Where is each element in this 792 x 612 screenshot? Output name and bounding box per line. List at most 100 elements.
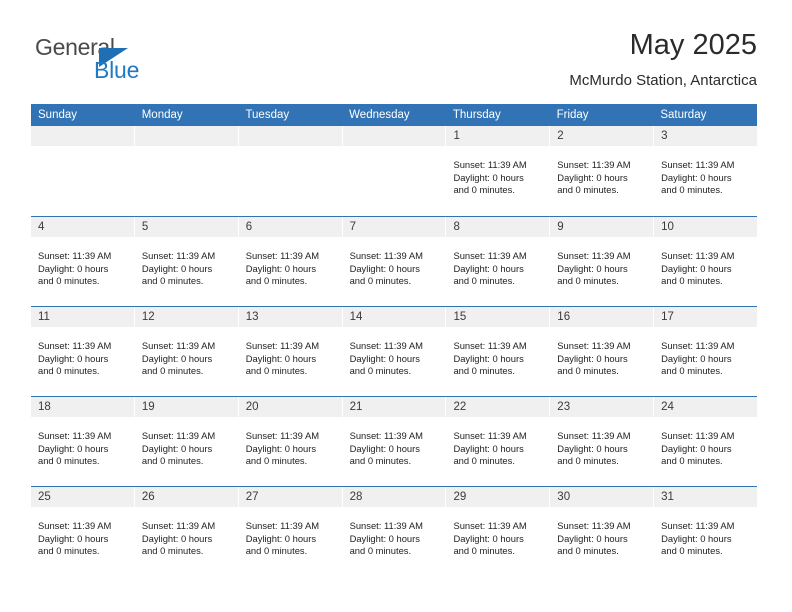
day-number-band: 12 [134,307,238,327]
day-cell[interactable]: 9 Sunset: 11:39 AM Daylight: 0 hours and 0 … [550,217,655,306]
day-cell[interactable]: 14 Sunset: 11:39 AM Daylight: 0 hours and 0… [342,307,447,396]
day-number: 13 [245,311,259,323]
day-info-sunset: Sunset: 11:39 AM [141,250,216,261]
day-cell[interactable]: 3 Sunset: 11:39 AM Daylight: 0 hours and 0 … [654,126,758,216]
day-cell-empty [238,126,343,216]
day-cell[interactable]: 26 Sunset: 11:39 AM Daylight: 0 hours and 0… [134,487,239,576]
day-number: 24 [661,401,674,413]
day-number: 3 [661,130,668,142]
day-info: Sunset: 11:39 AM Daylight: 0 hours and 0 m… [135,237,238,288]
day-info-sunset: Sunset: 11:39 AM [349,250,423,261]
day-info: Sunset: 11:39 AM Daylight: 0 hours and 0 m… [446,417,549,468]
day-number: 15 [453,311,467,323]
day-cell[interactable]: 15 Sunset: 11:39 AM Daylight: 0 hours and 0… [446,307,551,396]
day-info-sunset: Sunset: 11:39 AM [245,250,320,261]
weekday-header-monday: Monday [141,109,183,121]
day-number-band: 1 [446,126,550,146]
day-info: Sunset: 11:39 AM Daylight: 0 hours and 0 m… [654,146,757,197]
logo-text-blue: Blue [94,57,140,83]
day-number: 17 [661,311,674,323]
day-cell[interactable]: 18 Sunset: 11:39 AM Daylight: 0 hours and 0… [31,397,135,486]
day-cell[interactable]: 16 Sunset: 11:39 AM Daylight: 0 hours and 0… [550,307,655,396]
title-block: May 2025 McMurdo Station, Antarctica [569,28,757,91]
day-number-band: 5 [134,217,238,237]
day-info-daylight-line2: and 0 minutes. [141,275,204,287]
day-info: Sunset: 11:39 AM Daylight: 0 hours and 0 m… [135,417,238,468]
day-number-band: 8 [446,217,550,237]
day-number-band: 18 [31,397,134,417]
day-info-daylight-line2: and 0 minutes. [557,545,619,557]
day-info-daylight-line2: and 0 minutes. [349,545,412,557]
day-number: 14 [349,311,363,323]
day-number-band: 22 [446,397,550,417]
day-info-sunset: Sunset: 11:39 AM [245,340,320,351]
day-info-daylight-line1: Daylight: 0 hours [557,532,628,544]
page-title: May 2025 [629,29,757,61]
day-info-daylight-line1: Daylight: 0 hours [245,442,317,454]
day-cell[interactable]: 1 Sunset: 11:39 AM Daylight: 0 hours and 0 … [446,126,551,216]
day-cell[interactable]: 6 Sunset: 11:39 AM Daylight: 0 hours and 0 … [238,217,343,306]
day-number-band: 15 [446,307,550,327]
day-cell[interactable]: 21 Sunset: 11:39 AM Daylight: 0 hours and 0… [342,397,447,486]
day-info-daylight-line2: and 0 minutes. [453,184,515,196]
day-number: 29 [453,491,467,503]
day-number-band: 28 [342,487,446,507]
day-number-band: 6 [238,217,342,237]
day-cell[interactable]: 12 Sunset: 11:39 AM Daylight: 0 hours and 0… [134,307,239,396]
day-cell[interactable]: 17 Sunset: 11:39 AM Daylight: 0 hours and 0… [654,307,758,396]
day-cell[interactable]: 25 Sunset: 11:39 AM Daylight: 0 hours and 0… [31,487,135,576]
day-info-daylight-line1: Daylight: 0 hours [245,352,317,364]
day-number-band: 26 [134,487,238,507]
day-cell[interactable]: 30 Sunset: 11:39 AM Daylight: 0 hours and 0… [550,487,655,576]
day-info-daylight-line1: Daylight: 0 hours [661,171,732,183]
day-info-daylight-line1: Daylight: 0 hours [557,171,628,183]
day-info: Sunset: 11:39 AM Daylight: 0 hours and 0 m… [654,507,757,558]
weekday-header-saturday: Saturday [660,109,707,121]
day-cell[interactable]: 13 Sunset: 11:39 AM Daylight: 0 hours and 0… [238,307,343,396]
day-info-daylight-line1: Daylight: 0 hours [557,262,628,274]
day-info-daylight-line2: and 0 minutes. [141,455,204,467]
day-cell[interactable]: 2 Sunset: 11:39 AM Daylight: 0 hours and 0 … [550,126,655,216]
day-info: Sunset: 11:39 AM Daylight: 0 hours and 0 m… [135,327,238,378]
day-cell[interactable]: 7 Sunset: 11:39 AM Daylight: 0 hours and 0 … [342,217,447,306]
day-info: Sunset: 11:39 AM Daylight: 0 hours and 0 m… [550,146,653,197]
day-info-sunset: Sunset: 11:39 AM [38,430,112,441]
day-cell[interactable]: 28 Sunset: 11:39 AM Daylight: 0 hours and 0… [342,487,447,576]
day-cell[interactable]: 23 Sunset: 11:39 AM Daylight: 0 hours and 0… [550,397,655,486]
day-info-daylight-line2: and 0 minutes. [661,275,723,287]
calendar-week-row: 1 Sunset: 11:39 AM Daylight: 0 hours and 0 … [31,126,758,216]
day-number: 10 [661,221,674,233]
day-info-sunset: Sunset: 11:39 AM [38,520,112,531]
day-cell[interactable]: 31 Sunset: 11:39 AM Daylight: 0 hours and 0… [654,487,758,576]
day-info-daylight-line1: Daylight: 0 hours [661,442,732,454]
day-cell[interactable]: 19 Sunset: 11:39 AM Daylight: 0 hours and 0… [134,397,239,486]
day-info-daylight-line1: Daylight: 0 hours [557,442,628,454]
day-cell[interactable]: 29 Sunset: 11:39 AM Daylight: 0 hours and 0… [446,487,551,576]
day-info-daylight-line1: Daylight: 0 hours [453,171,524,183]
day-cell[interactable]: 5 Sunset: 11:39 AM Daylight: 0 hours and 0 … [134,217,239,306]
calendar-page: General Blue May 2025 McMurdo Station, A… [0,0,792,612]
day-info-sunset: Sunset: 11:39 AM [661,520,735,531]
day-cell[interactable]: 11 Sunset: 11:39 AM Daylight: 0 hours and 0… [31,307,135,396]
day-cell[interactable]: 27 Sunset: 11:39 AM Daylight: 0 hours and 0… [238,487,343,576]
day-number: 11 [38,311,50,323]
day-info: Sunset: 11:39 AM Daylight: 0 hours and 0 m… [343,237,446,288]
day-cell[interactable]: 20 Sunset: 11:39 AM Daylight: 0 hours and 0… [238,397,343,486]
day-info-daylight-line2: and 0 minutes. [557,365,619,377]
generalblue-logo[interactable]: General Blue [35,34,215,90]
day-info-daylight-line1: Daylight: 0 hours [557,352,628,364]
day-info: Sunset: 11:39 AM Daylight: 0 hours and 0 m… [550,417,653,468]
day-cell-empty [31,126,135,216]
day-cell[interactable]: 10 Sunset: 11:39 AM Daylight: 0 hours and 0… [654,217,758,306]
day-info-daylight-line2: and 0 minutes. [349,275,412,287]
day-cell[interactable]: 22 Sunset: 11:39 AM Daylight: 0 hours and 0… [446,397,551,486]
day-info: Sunset: 11:39 AM Daylight: 0 hours and 0 m… [343,417,446,468]
day-cell[interactable]: 4 Sunset: 11:39 AM Daylight: 0 hours and 0 … [31,217,135,306]
day-cell[interactable]: 8 Sunset: 11:39 AM Daylight: 0 hours and 0 … [446,217,551,306]
day-info-sunset: Sunset: 11:39 AM [141,340,216,351]
day-info: Sunset: 11:39 AM Daylight: 0 hours and 0 m… [31,507,134,558]
calendar-week-row: 18 Sunset: 11:39 AM Daylight: 0 hours and 0… [31,396,758,486]
day-info-sunset: Sunset: 11:39 AM [453,520,527,531]
day-cell[interactable]: 24 Sunset: 11:39 AM Daylight: 0 hours and 0… [654,397,758,486]
day-info-sunset: Sunset: 11:39 AM [453,250,527,261]
